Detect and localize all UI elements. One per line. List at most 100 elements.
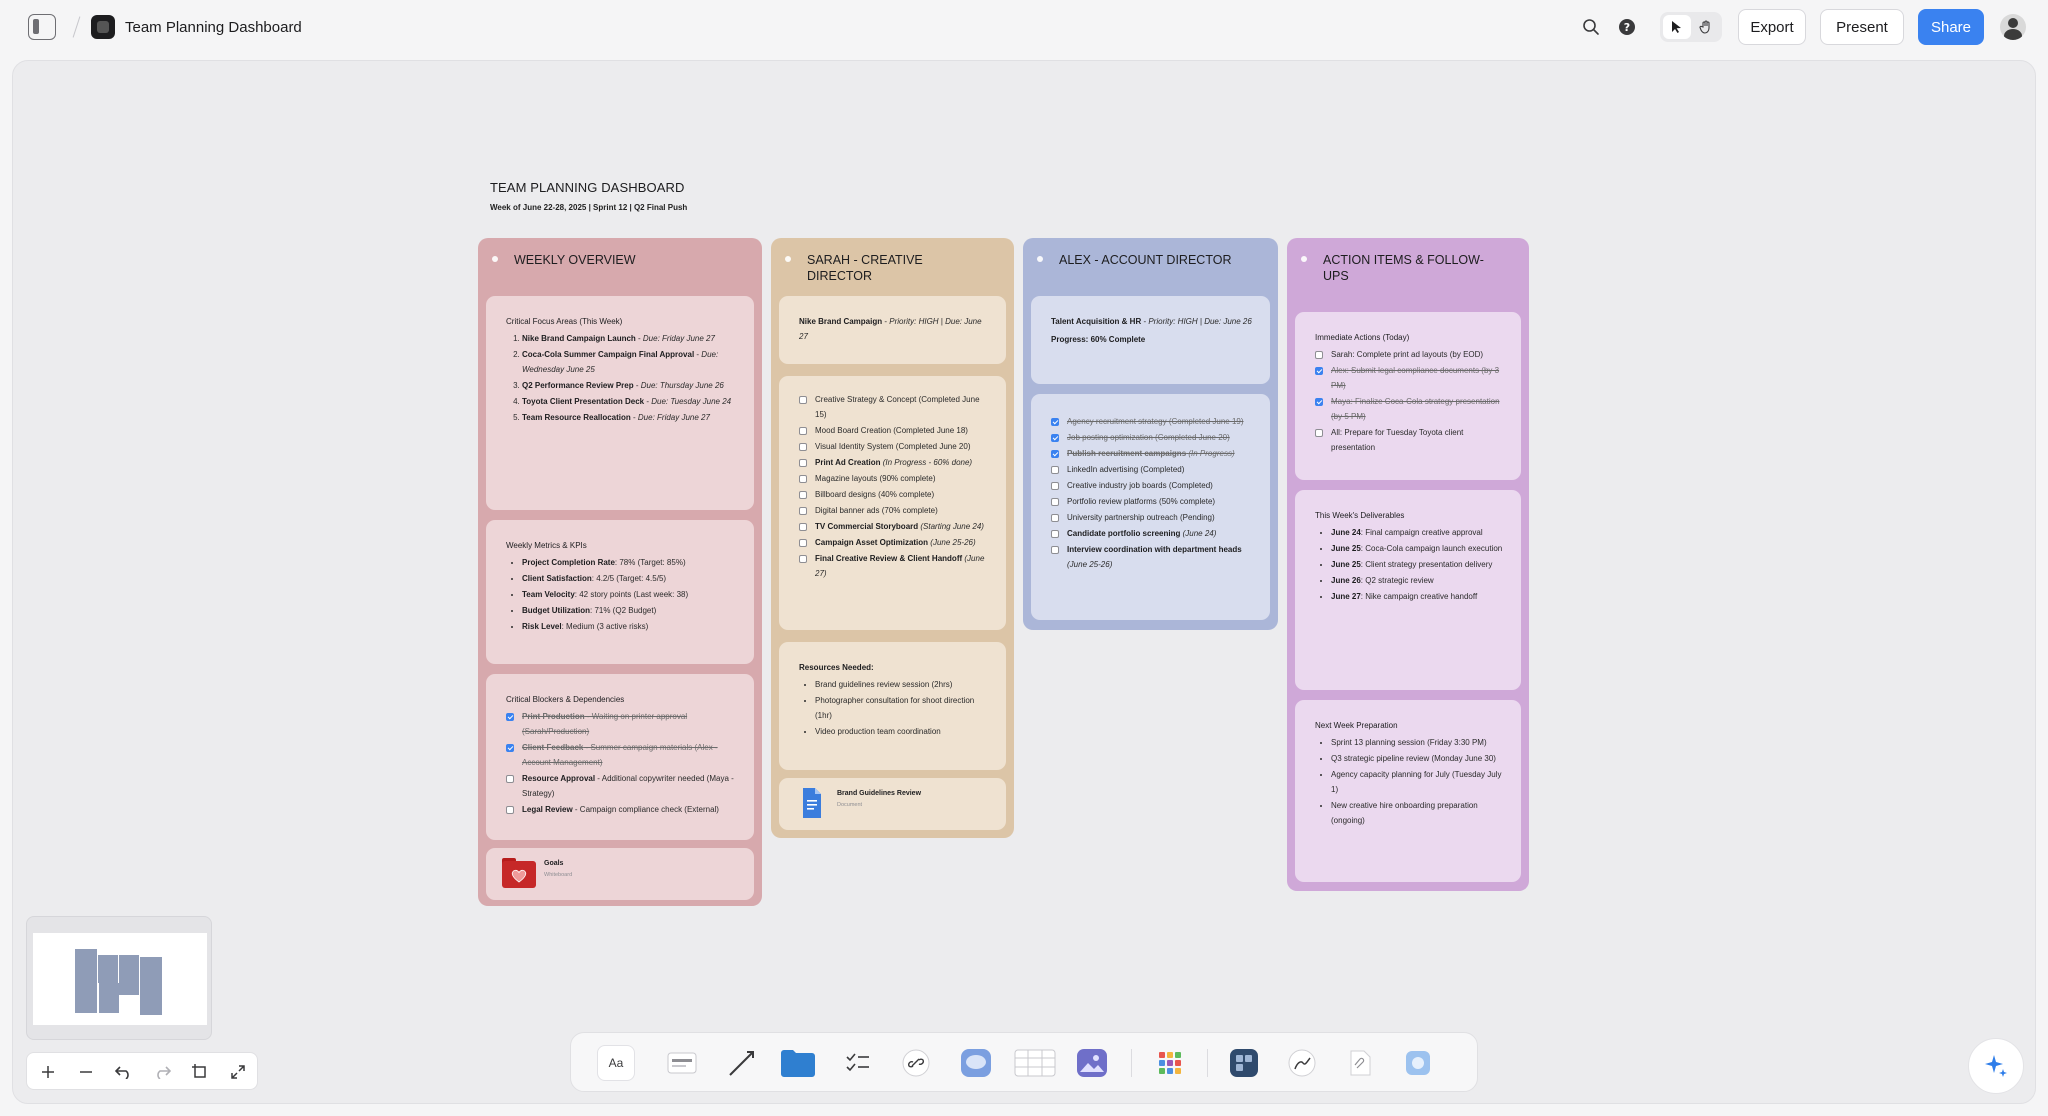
list-item: Sprint 13 planning session (Friday 3:30 … <box>1331 735 1505 750</box>
zoom-out-icon[interactable] <box>73 1059 99 1085</box>
card-resources-needed[interactable]: Resources Needed: Brand guidelines revie… <box>779 642 1006 770</box>
card-critical-blockers[interactable]: Critical Blockers & Dependencies Print P… <box>486 674 754 840</box>
card-content: Agency recruitment strategy (Completed J… <box>1051 414 1254 573</box>
column-dot <box>1037 256 1043 262</box>
zoom-in-icon[interactable] <box>35 1059 61 1085</box>
checkbox[interactable] <box>1051 466 1059 474</box>
document-title[interactable]: Team Planning Dashboard <box>125 19 302 36</box>
file-card-brand-guidelines[interactable]: Brand Guidelines Review Document <box>779 778 1006 830</box>
column-dot <box>1301 256 1307 262</box>
ai-assistant-sparkle-icon[interactable] <box>1968 1038 2024 1094</box>
checkbox[interactable] <box>799 396 807 404</box>
present-button[interactable]: Present <box>1820 9 1904 45</box>
checkbox[interactable] <box>1315 367 1323 375</box>
checkbox[interactable] <box>1051 450 1059 458</box>
checkbox[interactable] <box>506 713 514 721</box>
export-button[interactable]: Export <box>1738 9 1806 45</box>
list-item: Team Resource Reallocation - Due: Friday… <box>522 410 738 425</box>
share-button[interactable]: Share <box>1918 9 1984 45</box>
file-name: Goals <box>544 860 564 867</box>
checkbox[interactable] <box>799 443 807 451</box>
card-weekly-deliverables[interactable]: This Week's Deliverables June 24: Final … <box>1295 490 1521 690</box>
undo-icon[interactable] <box>111 1059 137 1085</box>
text-tool-button[interactable]: Aa <box>597 1045 635 1081</box>
link-icon[interactable] <box>897 1045 935 1081</box>
card-content: Weekly Metrics & KPIs Project Completion… <box>506 538 738 635</box>
card-heading: This Week's Deliverables <box>1315 511 1405 520</box>
checklist-item: Candidate portfolio screening (June 24) <box>1051 526 1254 541</box>
arrow-line-icon[interactable] <box>723 1045 761 1081</box>
top-bar: Team Planning Dashboard ? Export Present… <box>0 0 2048 54</box>
checkbox[interactable] <box>1051 434 1059 442</box>
checklist-item: Maya: Finalize Coca-Cola strategy presen… <box>1315 394 1505 424</box>
minimap[interactable] <box>26 916 212 1040</box>
help-icon[interactable]: ? <box>1614 14 1640 40</box>
card-heading: Next Week Preparation <box>1315 721 1398 730</box>
card-tool-icon[interactable] <box>663 1045 701 1081</box>
deliverables-list: June 24: Final campaign creative approva… <box>1315 525 1505 604</box>
checkbox[interactable] <box>799 539 807 547</box>
checkbox[interactable] <box>506 744 514 752</box>
search-icon[interactable] <box>1578 14 1604 40</box>
card-critical-focus[interactable]: Critical Focus Areas (This Week) Nike Br… <box>486 296 754 510</box>
card-weekly-metrics[interactable]: Weekly Metrics & KPIs Project Completion… <box>486 520 754 664</box>
checkbox[interactable] <box>1315 398 1323 406</box>
tool-dock: Aa <box>570 1032 1478 1092</box>
checkbox[interactable] <box>506 806 514 814</box>
fit-frame-icon[interactable] <box>187 1059 213 1085</box>
image-icon[interactable] <box>1073 1045 1111 1081</box>
column-title: ALEX - ACCOUNT DIRECTOR <box>1059 253 1232 267</box>
checkbox[interactable] <box>799 475 807 483</box>
pen-draw-icon[interactable] <box>1283 1045 1321 1081</box>
pointer-tool-icon[interactable] <box>1663 15 1691 39</box>
checklist-item: University partnership outreach (Pending… <box>1051 510 1254 525</box>
card-alex-tasks[interactable]: Agency recruitment strategy (Completed J… <box>1031 394 1270 620</box>
card-talent-priority[interactable]: Talent Acquisition & HR - Priority: HIGH… <box>1031 296 1270 384</box>
checkbox[interactable] <box>1051 546 1059 554</box>
column-weekly-overview[interactable]: WEEKLY OVERVIEW Critical Focus Areas (Th… <box>478 238 762 906</box>
checkbox[interactable] <box>1051 482 1059 490</box>
user-avatar[interactable] <box>2000 14 2026 40</box>
checkbox[interactable] <box>1051 530 1059 538</box>
card-content: Next Week Preparation Sprint 13 planning… <box>1315 718 1505 829</box>
card-heading: Critical Blockers & Dependencies <box>506 695 625 704</box>
column-header: ALEX - ACCOUNT DIRECTOR <box>1023 238 1278 284</box>
apps-grid-icon[interactable] <box>1151 1045 1189 1081</box>
sidebar-toggle-icon[interactable] <box>28 14 56 40</box>
card-content: This Week's Deliverables June 24: Final … <box>1315 508 1505 605</box>
column-header: SARAH - CREATIVE DIRECTOR <box>771 238 1014 284</box>
checkbox[interactable] <box>799 507 807 515</box>
card-sarah-tasks[interactable]: Creative Strategy & Concept (Completed J… <box>779 376 1006 630</box>
checkbox[interactable] <box>799 555 807 563</box>
checkbox[interactable] <box>1315 351 1323 359</box>
checkbox[interactable] <box>799 491 807 499</box>
attachment-icon[interactable] <box>1341 1045 1379 1081</box>
file-card-goals[interactable]: Goals Whiteboard <box>486 848 754 900</box>
resources-list: Brand guidelines review session (2hrs) P… <box>799 677 990 739</box>
card-next-week-prep[interactable]: Next Week Preparation Sprint 13 planning… <box>1295 700 1521 882</box>
board-app-icon[interactable] <box>1225 1045 1263 1081</box>
checkbox[interactable] <box>506 775 514 783</box>
svg-text:?: ? <box>1624 21 1630 34</box>
checklist-icon[interactable] <box>839 1045 877 1081</box>
checkbox[interactable] <box>1051 514 1059 522</box>
column-sarah-creative-director[interactable]: SARAH - CREATIVE DIRECTOR Nike Brand Cam… <box>771 238 1014 838</box>
checkbox[interactable] <box>1051 498 1059 506</box>
sticker-icon[interactable] <box>1399 1045 1437 1081</box>
card-immediate-actions[interactable]: Immediate Actions (Today) Sarah: Complet… <box>1295 312 1521 480</box>
column-action-items[interactable]: ACTION ITEMS & FOLLOW-UPS Immediate Acti… <box>1287 238 1529 891</box>
table-icon[interactable] <box>1013 1045 1057 1081</box>
file-type: Whiteboard <box>544 872 573 878</box>
column-alex-account-director[interactable]: ALEX - ACCOUNT DIRECTOR Talent Acquisiti… <box>1023 238 1278 630</box>
redo-icon[interactable] <box>149 1059 175 1085</box>
checkbox[interactable] <box>1051 418 1059 426</box>
card-nike-priority[interactable]: Nike Brand Campaign - Priority: HIGH | D… <box>779 296 1006 364</box>
fullscreen-icon[interactable] <box>225 1059 251 1085</box>
hand-tool-icon[interactable] <box>1693 15 1719 39</box>
checkbox[interactable] <box>799 459 807 467</box>
checkbox[interactable] <box>1315 429 1323 437</box>
checkbox[interactable] <box>799 427 807 435</box>
checkbox[interactable] <box>799 523 807 531</box>
folder-icon[interactable] <box>779 1045 817 1081</box>
comment-icon[interactable] <box>957 1045 995 1081</box>
